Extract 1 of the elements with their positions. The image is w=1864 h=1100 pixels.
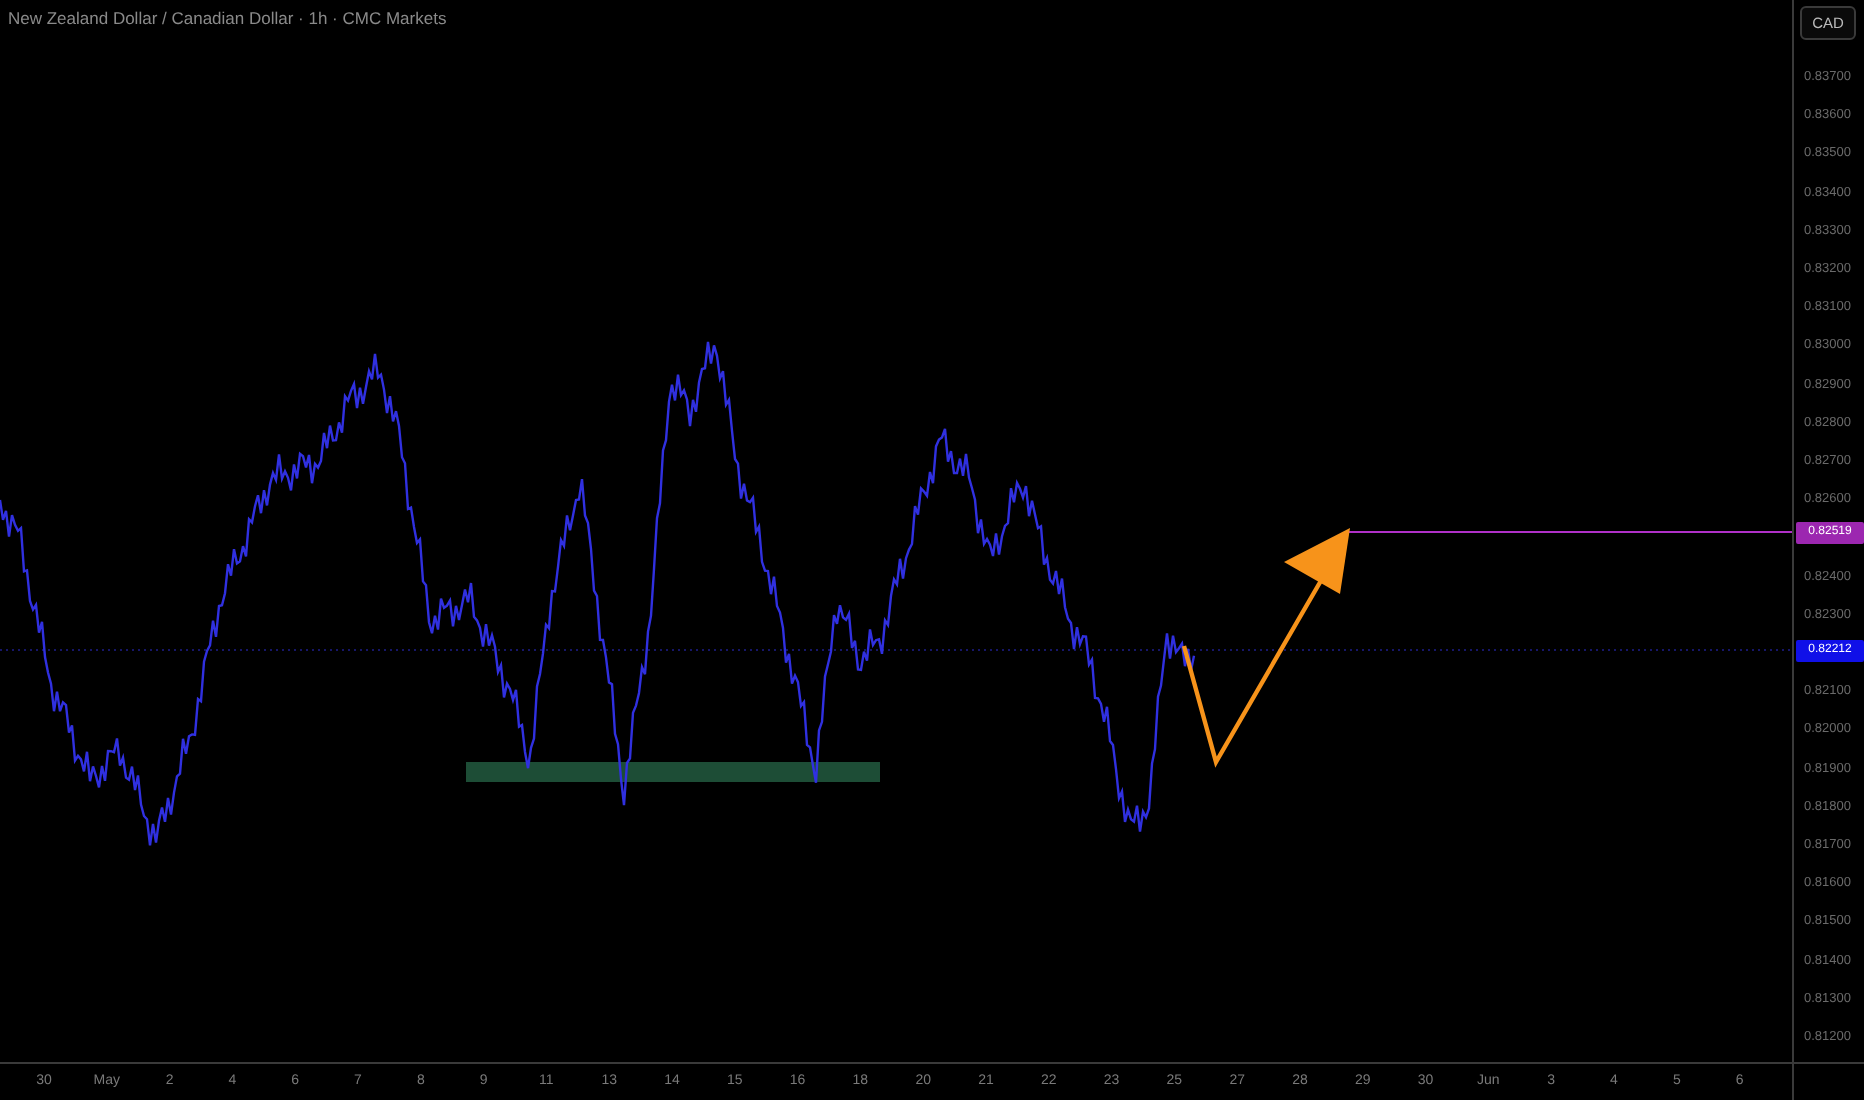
chart-title: New Zealand Dollar / Canadian Dollar · 1h · CMC Markets	[8, 8, 447, 28]
